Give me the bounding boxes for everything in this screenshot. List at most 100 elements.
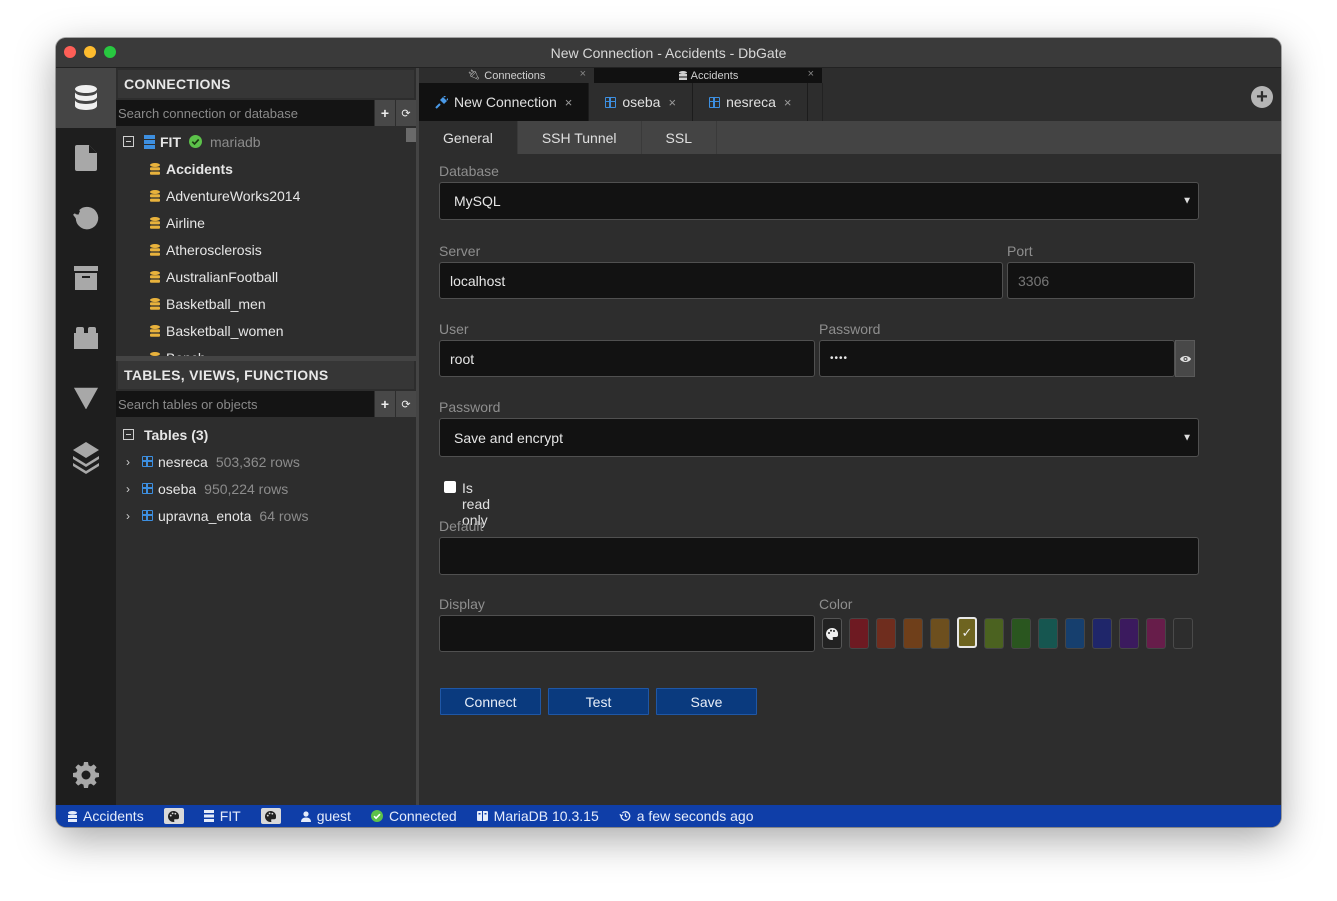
close-icon[interactable]: × [668,95,676,110]
gear-icon [73,762,99,788]
add-object-button[interactable]: + [375,391,395,417]
objects-search-input[interactable] [116,391,374,417]
window-title: New Connection - Accidents - DbGate [550,44,787,61]
connection-sub-tabs: General SSH Tunnel SSL [419,121,1281,154]
server-node-fit[interactable]: FIT mariadb [116,128,416,155]
tab-group-connections[interactable]: 🔌︎ Connections × [419,68,595,83]
password-input[interactable]: •••• [819,340,1175,377]
color-swatch[interactable] [876,618,896,649]
database-item[interactable]: Atherosclerosis [116,236,416,263]
display-name-input[interactable] [439,615,815,652]
status-user: guest [300,808,351,824]
database-item[interactable]: AdventureWorks2014 [116,182,416,209]
subtab-ssl[interactable]: SSL [642,121,717,154]
maximize-window-button[interactable] [104,46,116,58]
tab-new-connection[interactable]: New Connection × [419,83,590,121]
connect-button[interactable]: Connect [440,688,541,715]
database-item[interactable]: Basketball_men [116,290,416,317]
table-item[interactable]: › oseba 950,224 rows [116,475,416,502]
server-value: localhost [450,272,506,289]
activity-bar [56,68,116,805]
tab-label: nesreca [726,94,776,110]
activity-archive[interactable] [56,248,116,308]
color-swatch[interactable] [849,618,869,649]
subtab-ssh-tunnel[interactable]: SSH Tunnel [518,121,642,154]
color-swatch[interactable]: ✓ [957,617,977,648]
chevron-right-icon[interactable]: › [122,455,134,469]
collapse-icon[interactable] [123,429,134,440]
close-icon[interactable]: × [808,68,814,80]
user-icon [300,810,311,822]
table-icon [142,483,153,494]
subtab-general[interactable]: General [419,121,518,154]
password-mode-select[interactable]: Save and encrypt ▼ [439,418,1199,457]
activity-files[interactable] [56,128,116,188]
refresh-objects-button[interactable]: ⟳ [396,391,416,417]
color-swatch[interactable] [1092,618,1112,649]
activity-settings[interactable] [56,745,116,805]
show-password-button[interactable] [1175,340,1195,377]
color-swatch[interactable] [1119,618,1139,649]
database-item[interactable]: AustralianFootball [116,263,416,290]
add-connection-button[interactable]: + [375,100,395,126]
activity-connections[interactable] [56,68,116,128]
activity-layers[interactable] [56,428,116,488]
status-database[interactable]: Accidents [68,808,144,824]
color-swatch[interactable] [1038,618,1058,649]
database-item[interactable]: Accidents [116,155,416,182]
status-database-label: Accidents [83,808,144,824]
connected-check-icon [189,135,202,148]
table-item[interactable]: › nesreca 503,362 rows [116,448,416,475]
table-item[interactable]: › upravna_enota 64 rows [116,502,416,529]
server-version-icon [476,811,488,821]
database-icon [150,216,160,229]
connections-scrollbar[interactable] [406,128,416,142]
save-button[interactable]: Save [656,688,757,715]
tab-label: New Connection [454,94,557,110]
database-name: Basketball_men [166,295,266,312]
connections-search-input[interactable] [116,100,374,126]
refresh-connections-button[interactable]: ⟳ [396,100,416,126]
color-swatch[interactable] [984,618,1004,649]
database-item[interactable]: Bench [116,344,416,356]
color-swatch[interactable] [1011,618,1031,649]
add-tab-button[interactable]: + [1251,86,1273,108]
color-swatch[interactable] [1065,618,1085,649]
custom-color-button[interactable] [822,618,842,649]
server-engine: mariadb [210,133,261,150]
database-item[interactable]: Airline [116,209,416,236]
database-item[interactable]: Basketball_women [116,317,416,344]
server-input[interactable]: localhost [439,262,1003,299]
chevron-right-icon[interactable]: › [122,482,134,496]
minimize-window-button[interactable] [84,46,96,58]
port-input[interactable]: 3306 [1007,262,1195,299]
status-refresh-label: a few seconds ago [636,808,754,824]
status-refresh[interactable]: a few seconds ago [619,808,754,824]
collapse-icon[interactable] [123,136,134,147]
color-swatch[interactable] [1173,618,1193,649]
color-swatch[interactable] [903,618,923,649]
table-name: nesreca [158,453,208,470]
default-database-input[interactable] [439,537,1199,575]
read-only-checkbox[interactable] [444,481,456,493]
status-server[interactable]: FIT [203,808,241,824]
activity-plugins[interactable] [56,308,116,368]
tables-group[interactable]: Tables (3) [116,421,416,448]
activity-history[interactable] [56,188,116,248]
close-icon[interactable]: × [565,95,573,110]
activity-filter[interactable] [56,368,116,428]
database-color-button[interactable] [163,808,184,824]
color-swatch[interactable] [930,618,950,649]
close-window-button[interactable] [64,46,76,58]
chevron-right-icon[interactable]: › [122,509,134,523]
color-swatch[interactable] [1146,618,1166,649]
close-icon[interactable]: × [784,95,792,110]
engine-select[interactable]: MySQL ▼ [439,182,1199,220]
tab-oseba[interactable]: oseba × [589,83,694,121]
user-input[interactable]: root [439,340,815,377]
close-icon[interactable]: × [580,68,586,80]
tab-group-accidents[interactable]: Accidents × [595,68,822,83]
server-color-button[interactable] [260,808,281,824]
test-button[interactable]: Test [548,688,649,715]
tab-nesreca[interactable]: nesreca × [693,83,809,121]
